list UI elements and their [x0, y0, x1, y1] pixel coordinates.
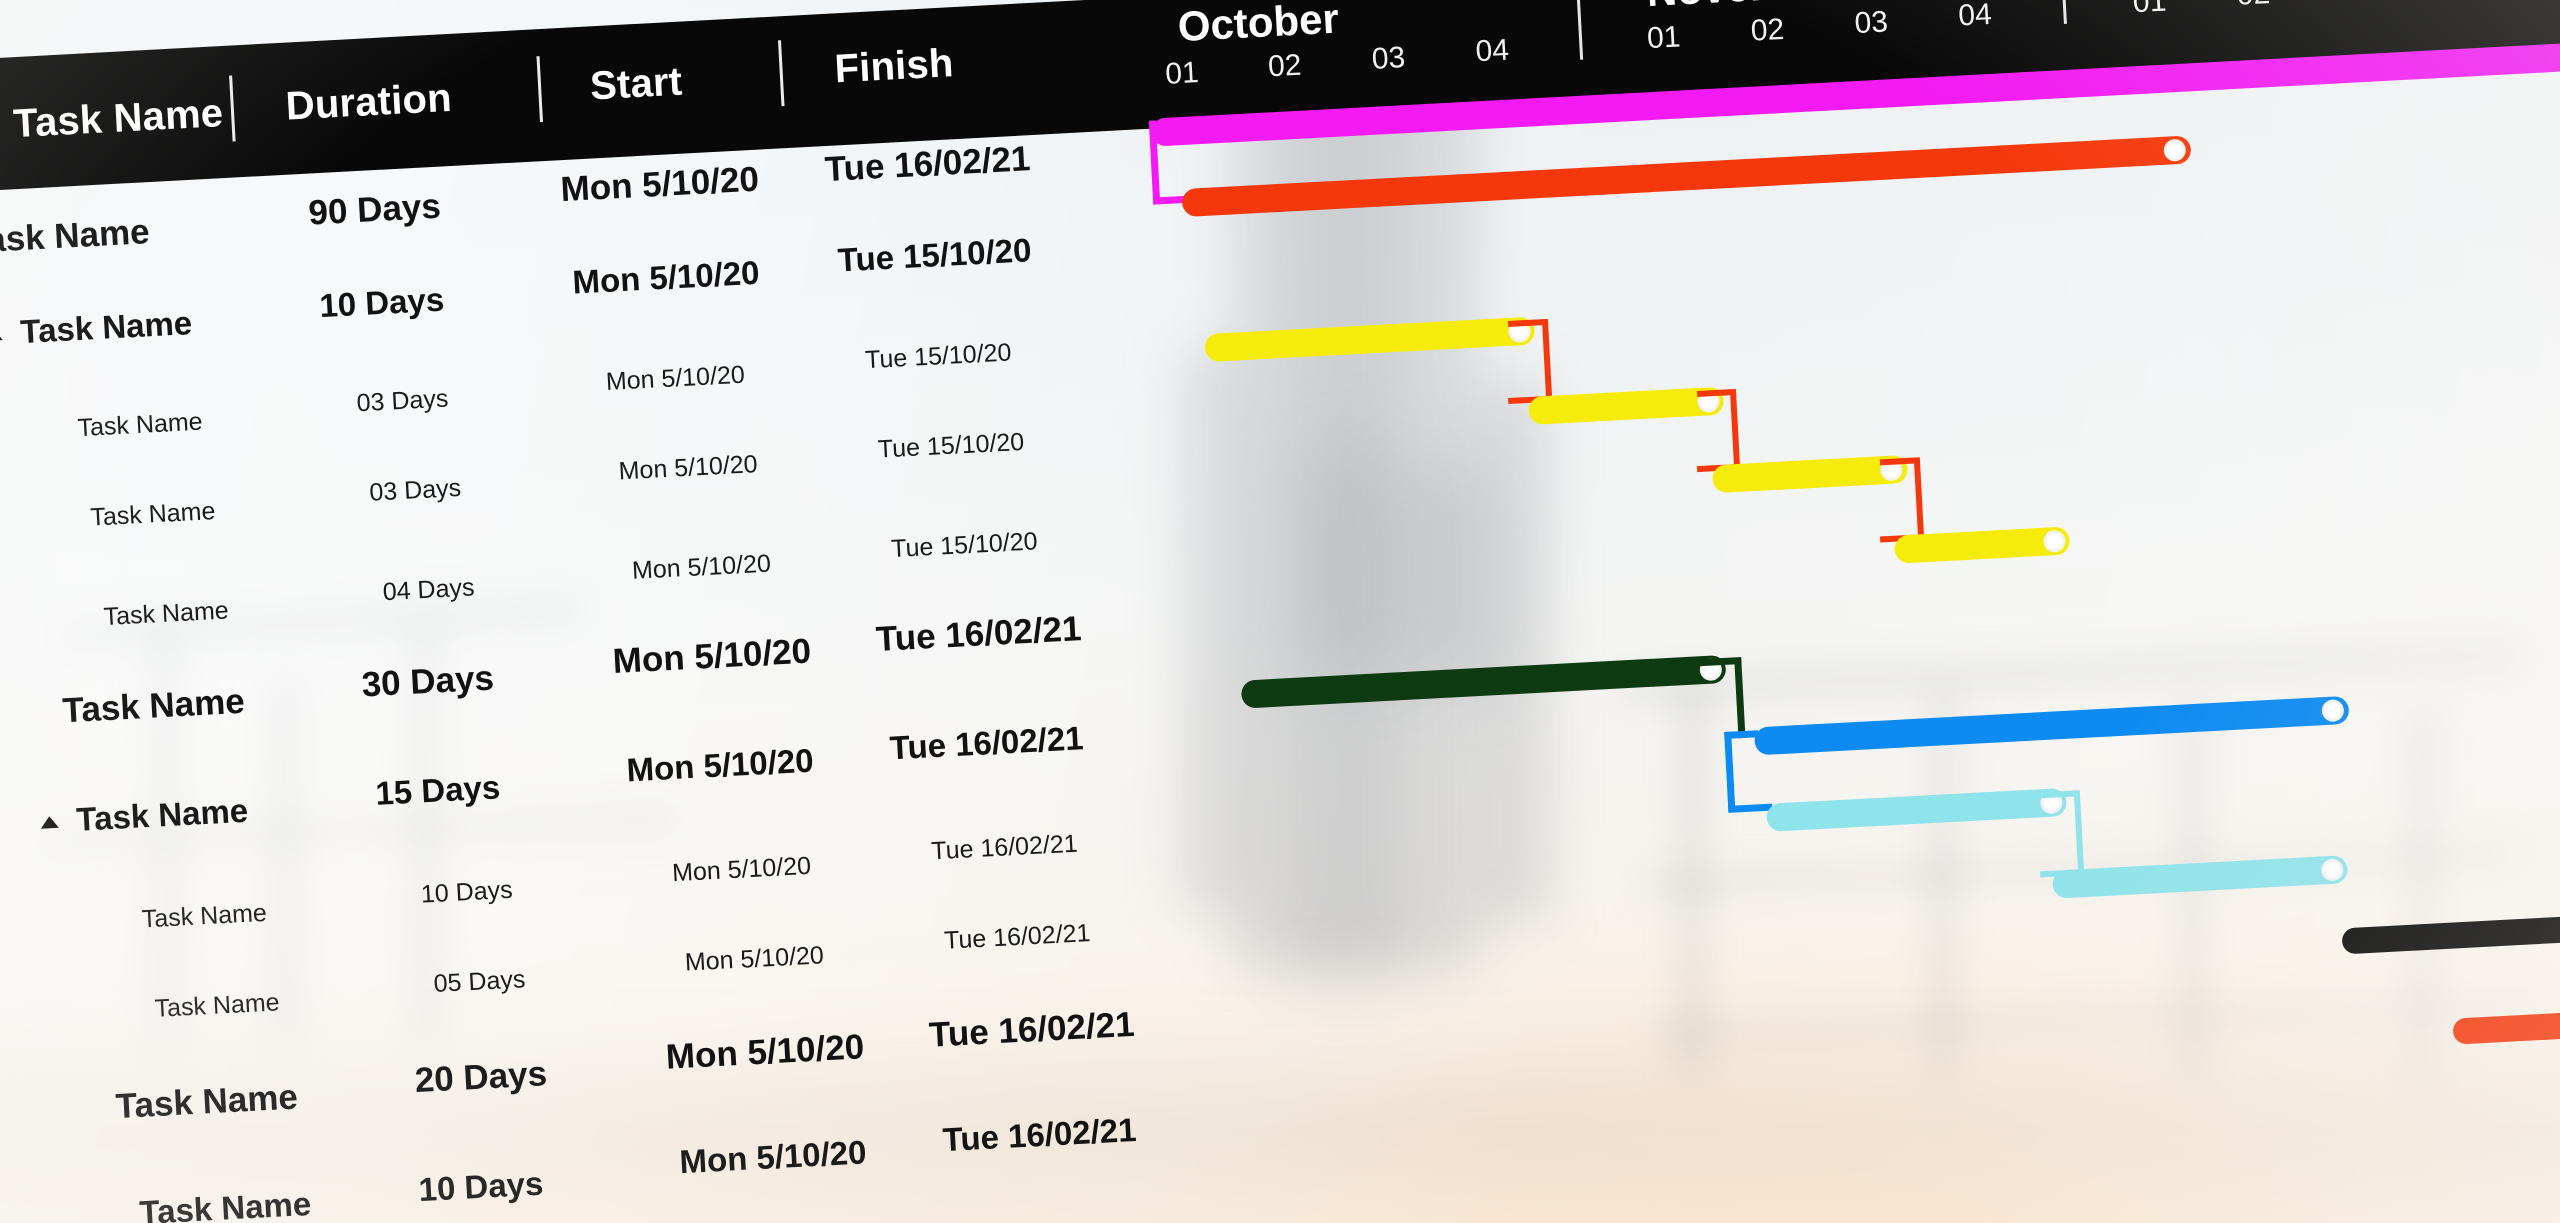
header-divider-3 [777, 40, 785, 107]
header-divider-1 [229, 75, 236, 142]
column-header-duration[interactable]: Duration [285, 76, 453, 130]
timeline-month-divider-1 [1576, 0, 1584, 60]
gantt-bars-area [0, 35, 2560, 1223]
bar-red-bottom[interactable] [2452, 1001, 2560, 1045]
link-cyan-vertical [2073, 792, 2085, 875]
timeline-day-oct-03: 03 [1370, 41, 1407, 76]
timeline-day-nov-01: 01 [1646, 20, 1682, 56]
timeline-month-divider-2 [2059, 0, 2067, 24]
link-yellow-1-vertical [1542, 321, 1553, 403]
timeline-day-oct-04: 04 [1474, 33, 1510, 69]
link-blue-vertical [1724, 731, 1736, 812]
link-blue-h1 [1724, 730, 1759, 740]
bar-orange-red[interactable] [1181, 135, 2192, 218]
bar-cyan-1[interactable] [1766, 787, 2068, 832]
bar-yellow-3[interactable] [1711, 454, 1909, 494]
bar-dark-green[interactable] [1240, 654, 1727, 709]
timeline-month-october: October [1176, 0, 1340, 51]
timeline-day-nov-03: 03 [1853, 5, 1889, 41]
gantt-chart-screenshot: Task Name Duration Start Finish October … [0, 0, 2560, 1223]
timeline-day-nov-02: 02 [1750, 12, 1786, 48]
bar-cyan-2[interactable] [2051, 855, 2349, 899]
timeline-day-nov-04: 04 [1957, 0, 1993, 33]
link-blue-h2 [1728, 803, 1773, 813]
link-green-vertical [1734, 658, 1746, 739]
bar-yellow-1[interactable] [1204, 316, 1536, 363]
link-yellow-2-vertical [1730, 391, 1741, 471]
header-divider-2 [536, 56, 544, 123]
column-header-finish[interactable]: Finish [833, 41, 954, 92]
timeline-day-oct-02: 02 [1267, 48, 1303, 84]
timeline-day-oct-01: 01 [1164, 56, 1200, 91]
timeline-day-dec-01: 01 [2132, 0, 2168, 20]
bar-blue[interactable] [1753, 695, 2350, 756]
link-yellow-3-vertical [1913, 460, 1925, 541]
gantt-sheet: Task Name Duration Start Finish October … [0, 0, 2560, 1223]
timeline-day-dec-03: 03 [2340, 0, 2375, 5]
bar-yellow-2[interactable] [1528, 386, 1725, 425]
bar-black[interactable] [2341, 906, 2560, 955]
timeline-day-dec-02: 02 [2236, 0, 2271, 13]
column-header-start[interactable]: Start [589, 60, 683, 110]
column-header-task-name[interactable]: Task Name [12, 91, 224, 147]
